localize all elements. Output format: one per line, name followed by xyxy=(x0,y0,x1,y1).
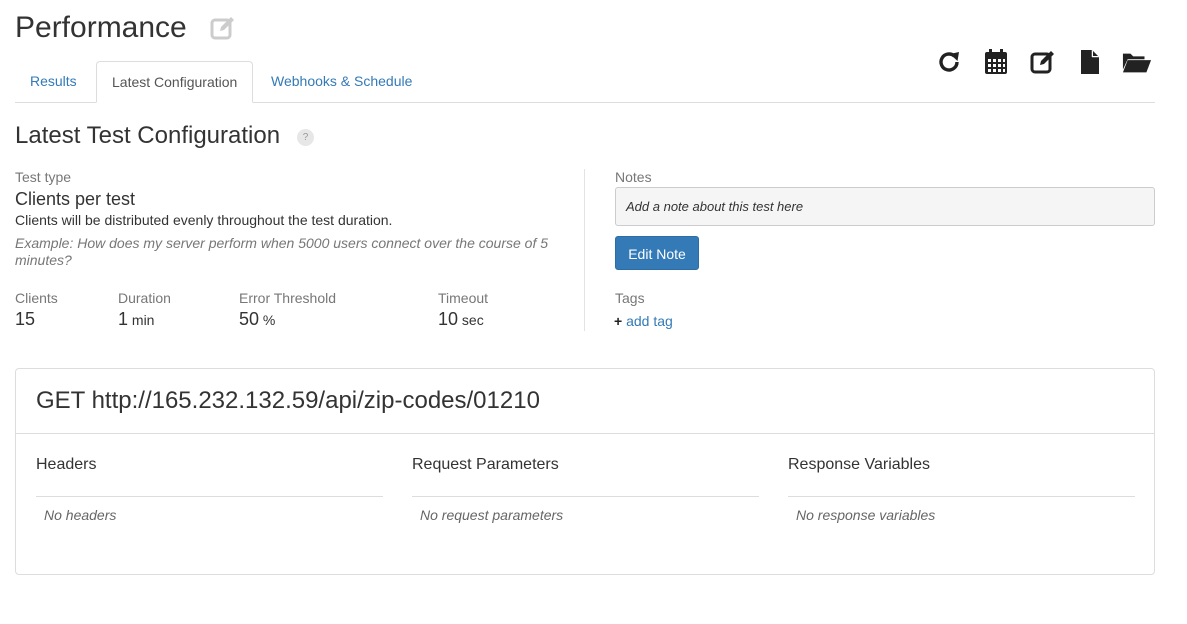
timeout-unit: sec xyxy=(461,312,484,328)
column-divider xyxy=(584,169,585,331)
error-threshold-value: 50 xyxy=(239,309,260,329)
duration-value: 1 xyxy=(118,309,129,329)
edit-note-button[interactable]: Edit Note xyxy=(615,236,699,270)
headers-empty: No headers xyxy=(44,507,117,523)
duration-unit: min xyxy=(131,312,155,328)
error-threshold-stat: 50 % xyxy=(239,309,275,330)
clients-label: Clients xyxy=(15,290,58,306)
test-type-value: Clients per test xyxy=(15,189,136,209)
response-variables-column: Response Variables No response variables xyxy=(788,455,1135,523)
response-variables-empty: No response variables xyxy=(796,507,936,523)
duration-label: Duration xyxy=(118,290,171,306)
edit-title-icon[interactable] xyxy=(210,15,236,41)
request-panel: GET http://165.232.132.59/api/zip-codes/… xyxy=(15,368,1155,575)
page-title: Performance xyxy=(15,11,187,44)
headers-column: Headers No headers xyxy=(36,455,383,523)
tab-latest-configuration[interactable]: Latest Configuration xyxy=(96,61,254,103)
tags-label: Tags xyxy=(615,290,645,306)
plus-icon: + xyxy=(614,313,623,329)
duration-stat: 1 min xyxy=(118,309,154,330)
request-parameters-empty: No request parameters xyxy=(420,507,564,523)
headers-title: Headers xyxy=(36,455,383,497)
response-variables-title: Response Variables xyxy=(788,455,1135,497)
section-title: Latest Test Configuration xyxy=(15,122,281,149)
test-type-label: Test type xyxy=(15,169,72,185)
test-type-example: Example: How does my server perform when… xyxy=(15,235,549,268)
test-type-description: Clients will be distributed evenly throu… xyxy=(15,212,393,228)
help-icon[interactable]: ? xyxy=(297,129,314,146)
add-tag-label: add tag xyxy=(626,313,673,329)
error-threshold-label: Error Threshold xyxy=(239,290,337,306)
timeout-stat: 10 sec xyxy=(438,309,484,330)
request-parameters-title: Request Parameters xyxy=(412,455,759,497)
error-threshold-unit: % xyxy=(262,312,276,328)
notes-label: Notes xyxy=(615,169,652,185)
tab-webhooks-schedule[interactable]: Webhooks & Schedule xyxy=(256,61,427,103)
notes-field[interactable]: Add a note about this test here xyxy=(615,187,1155,226)
tab-results[interactable]: Results xyxy=(15,61,92,103)
request-url: GET http://165.232.132.59/api/zip-codes/… xyxy=(16,369,1154,434)
timeout-value: 10 xyxy=(438,309,459,329)
add-tag-link[interactable]: + add tag xyxy=(614,313,673,329)
tab-bar: Results Latest Configuration Webhooks & … xyxy=(15,61,1155,103)
clients-value: 15 xyxy=(15,309,36,329)
clients-stat: 15 xyxy=(15,309,35,330)
request-parameters-column: Request Parameters No request parameters xyxy=(412,455,759,523)
timeout-label: Timeout xyxy=(438,290,489,306)
